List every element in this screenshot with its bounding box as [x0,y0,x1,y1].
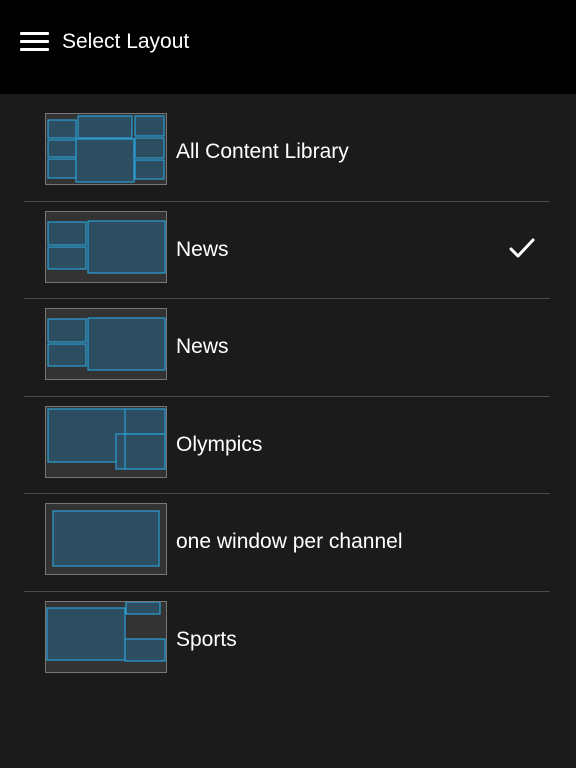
checkmark-icon [509,238,535,258]
menu-line [20,32,49,35]
layout-label: Sports [176,627,237,651]
layout-label: All Content Library [176,140,349,163]
hamburger-menu-icon[interactable] [20,30,50,54]
layout-label: News [176,335,229,359]
layout-thumbnail [45,405,167,478]
page-title: Select Layout [62,30,190,53]
layout-thumbnail [45,503,167,576]
layout-label: Olympics [176,432,263,456]
layout-item-news[interactable]: News [0,202,576,300]
layout-label: News [176,237,229,261]
layout-item-olympics[interactable]: Olympics [0,397,576,495]
layout-thumbnail [45,308,167,381]
menu-line [20,40,49,43]
top-bar: Select Layout [0,0,576,94]
layout-item-sports[interactable]: Sports [0,592,576,690]
layout-thumbnail [45,113,167,185]
layout-thumbnail [45,210,167,283]
layout-item-one-window-per-channel[interactable]: one window per channel [0,494,576,592]
layout-label: one window per channel [176,530,403,554]
menu-line [20,48,49,51]
layout-thumbnail [45,600,167,673]
layout-item-all-content-library[interactable]: All Content Library [0,104,576,202]
layout-list: All Content Library News News Olympics o… [0,104,576,690]
layout-item-news[interactable]: News [0,299,576,397]
